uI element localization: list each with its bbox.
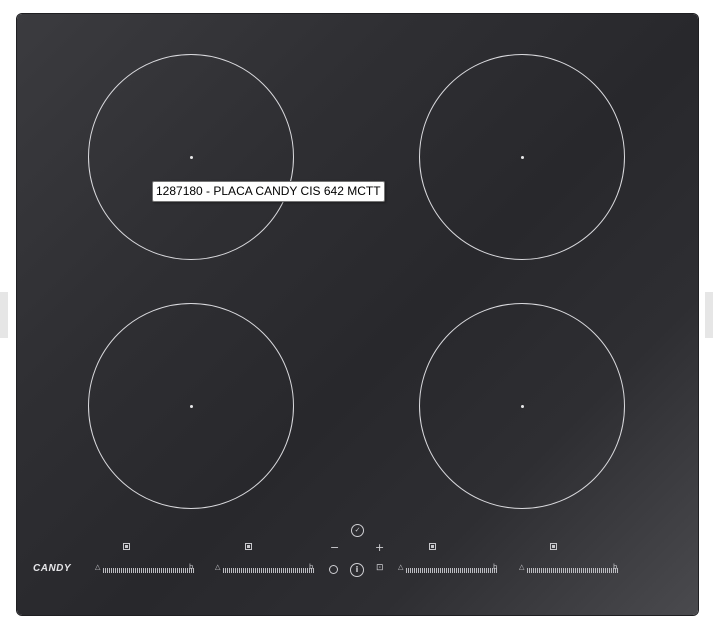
slider-start-icon: △: [95, 563, 101, 571]
slider-start-icon: △: [519, 563, 525, 571]
power-slider: [103, 568, 195, 573]
cooking-zone-front-left: [88, 303, 294, 509]
slider-end-glyph: b: [493, 563, 498, 571]
power-icon: i: [350, 563, 364, 577]
product-image-viewer: CANDY △ b △ b △ b △ b ✓ − + i ⊡ 1287180 …: [0, 0, 713, 629]
zone-center-dot: [189, 155, 193, 159]
zone-select-icon: [429, 543, 436, 550]
slider-end-glyph: b: [189, 563, 194, 571]
zone-center-dot: [520, 155, 524, 159]
cooking-zone-front-right: [419, 303, 625, 509]
timer-icon: [329, 565, 338, 574]
cooking-zone-rear-left: [88, 54, 294, 260]
slider-end-glyph: b: [613, 563, 618, 571]
slider-start-icon: △: [215, 563, 221, 571]
power-slider: [406, 568, 498, 573]
induction-hob-image: CANDY △ b △ b △ b △ b ✓ − + i ⊡: [17, 14, 698, 615]
zone-select-icon: [550, 543, 557, 550]
cooking-zone-rear-right: [419, 54, 625, 260]
zone-center-dot: [520, 404, 524, 408]
previous-image-arrow[interactable]: [0, 292, 8, 338]
confirm-check-icon: ✓: [351, 524, 364, 537]
lock-icon: ⊡: [376, 563, 384, 573]
zone-center-dot: [189, 404, 193, 408]
power-slider: [223, 568, 315, 573]
zone-select-icon: [245, 543, 252, 550]
image-title-tooltip: 1287180 - PLACA CANDY CIS 642 MCTT: [152, 181, 385, 202]
zone-select-icon: [123, 543, 130, 550]
slider-start-icon: △: [398, 563, 404, 571]
brand-logo: CANDY: [33, 563, 72, 574]
minus-icon: −: [330, 541, 340, 554]
power-slider: [527, 568, 619, 573]
slider-end-glyph: b: [309, 563, 314, 571]
plus-icon: +: [375, 541, 385, 554]
next-image-arrow[interactable]: [705, 292, 713, 338]
